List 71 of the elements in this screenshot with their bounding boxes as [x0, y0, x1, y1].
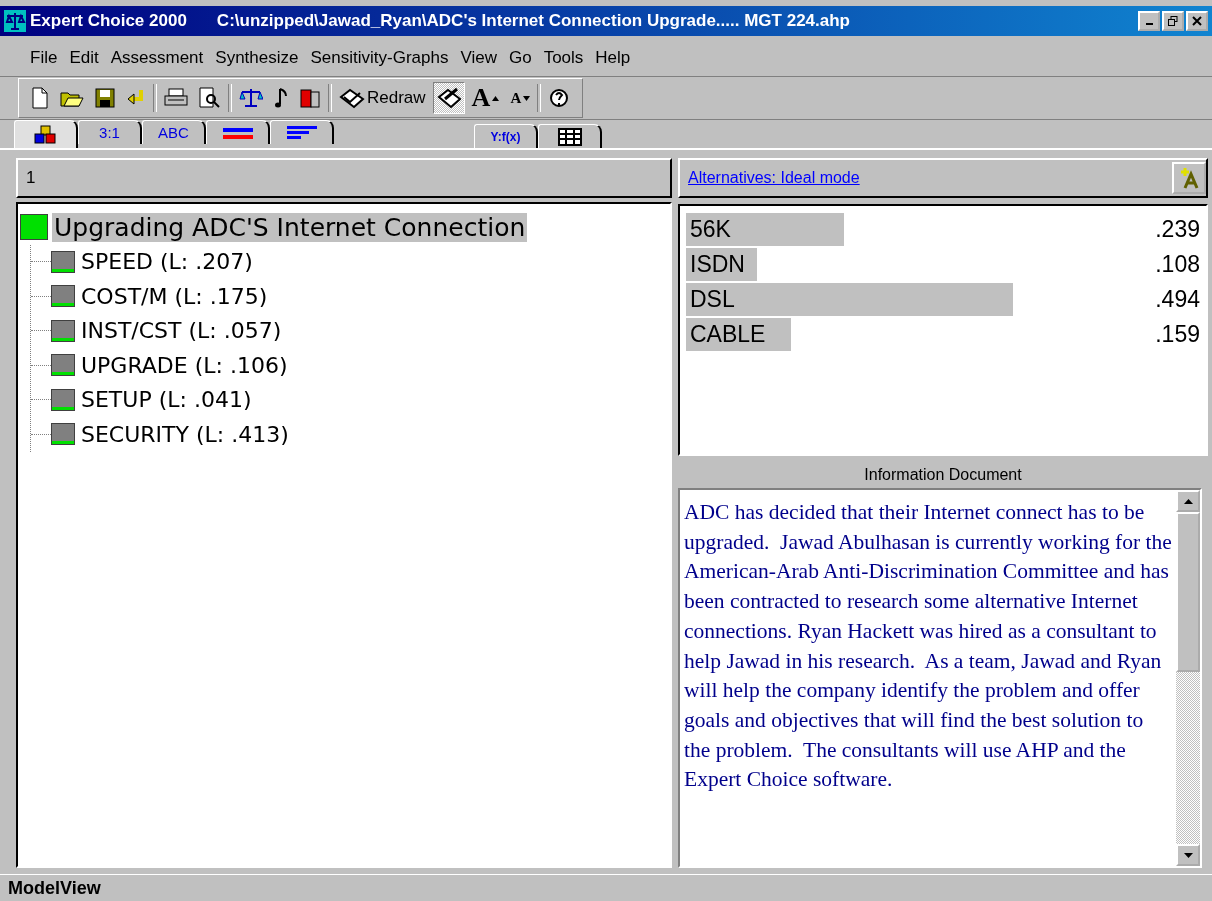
minimize-button[interactable]: [1138, 11, 1160, 31]
menu-item[interactable]: Go: [508, 48, 532, 68]
alternative-name: ISDN: [686, 248, 758, 281]
document-title: Information Document: [863, 465, 1023, 485]
font-larger-button[interactable]: A: [467, 82, 504, 114]
view-tab[interactable]: Y:f(x): [474, 124, 538, 148]
arrow-up-icon: [1183, 498, 1193, 504]
font-smaller-button[interactable]: A: [506, 82, 535, 114]
view-tab[interactable]: [270, 120, 334, 144]
redraw-icon: [339, 87, 365, 109]
restore-icon: [1168, 16, 1178, 26]
menu-item[interactable]: File: [30, 48, 58, 68]
close-button[interactable]: [1186, 11, 1208, 31]
undo-icon: [126, 88, 146, 108]
view-tab[interactable]: ABC: [142, 120, 206, 144]
priority-value: .239: [1154, 216, 1200, 243]
tree-node[interactable]: Upgrading ADC'S Internet Connection: [52, 212, 528, 242]
save-icon: [95, 88, 115, 108]
menu-item[interactable]: Edit: [69, 48, 99, 68]
priority-value: .108: [1154, 251, 1200, 278]
menu-item[interactable]: Tools: [543, 48, 584, 68]
menu-item[interactable]: Assessment: [110, 48, 204, 68]
view-tab[interactable]: [14, 120, 78, 148]
priority-value: .159: [1154, 321, 1200, 348]
help-icon: [548, 87, 571, 109]
alternative-name: 56K: [686, 213, 845, 246]
tree-node[interactable]: SETUP (L: .041): [79, 387, 254, 413]
printer-icon: [164, 88, 188, 108]
toolbar-button[interactable]: [432, 82, 465, 114]
ideal-mode-link[interactable]: Alternatives: Ideal mode: [688, 169, 860, 187]
status-text: ModelView: [8, 877, 101, 899]
new-file-icon: [31, 87, 49, 109]
tree-node[interactable]: SECURITY (L: .413): [79, 421, 291, 447]
close-icon: [1192, 16, 1202, 26]
scrollbar[interactable]: [1176, 490, 1200, 866]
alternative-name: CABLE: [686, 318, 792, 351]
alternative-name: DSL: [686, 283, 1013, 316]
tree-node[interactable]: INST/CST (L: .057): [79, 318, 284, 344]
menu-item[interactable]: Help: [595, 48, 631, 68]
scales-icon: [239, 87, 263, 109]
menu-item[interactable]: Synthesize: [215, 48, 299, 68]
view-tab[interactable]: [206, 120, 270, 144]
minimize-icon: [1145, 23, 1153, 25]
music-note-icon: [274, 87, 288, 109]
arrow-down-icon: [1183, 852, 1193, 858]
priority-value: .494: [1154, 286, 1200, 313]
caret-up-icon: [492, 95, 500, 101]
book-icon: [299, 87, 321, 109]
view-tab[interactable]: [538, 124, 602, 148]
view-tab[interactable]: 3:1: [78, 120, 142, 144]
bars-icon: [222, 125, 253, 140]
grid-icon: [557, 127, 582, 146]
print-preview-icon: [199, 87, 221, 109]
app-name: Expert Choice 2000: [30, 11, 187, 31]
restore-button[interactable]: [1162, 11, 1184, 31]
tree-node[interactable]: SPEED (L: .207): [79, 249, 255, 275]
node-number: 1: [26, 168, 36, 188]
window-title: C:\unzipped\Jawad_Ryan\ADC's Internet Connection Upgrade..... MGT 224.ahp: [216, 11, 850, 31]
menu-item[interactable]: View: [460, 48, 497, 68]
add-alternative-button[interactable]: [1172, 162, 1206, 194]
redraw-button[interactable]: Redraw: [335, 82, 430, 114]
caret-down-icon: [523, 95, 531, 101]
tree-node[interactable]: COST/M (L: .175): [79, 283, 270, 309]
scales-logo-icon: [4, 10, 26, 32]
cubes-icon: [33, 124, 58, 145]
document-text: ADC has decided that their Internet connect has to be upgraded. Jawad Abulhasan is currently working for the American-Arab Anti-Discrimination Committee and has been contracted to research some alternative Internet connections. Ryan Hackett was hired as a consultant to help Jawad in his research. As a team, Jawad and Ryan will help the company identify the problem and offer goals and objectives that will find the best solution to the problem. The consultants will use AHP and the Expert Choice software.: [683, 499, 1173, 794]
menu-item[interactable]: Sensitivity-Graphs: [310, 48, 449, 68]
tree-node[interactable]: UPGRADE (L: .106): [79, 352, 290, 378]
sort-lines-icon: [286, 124, 317, 141]
pencil-icon: [436, 87, 461, 109]
node-priority-icon: [20, 214, 48, 241]
